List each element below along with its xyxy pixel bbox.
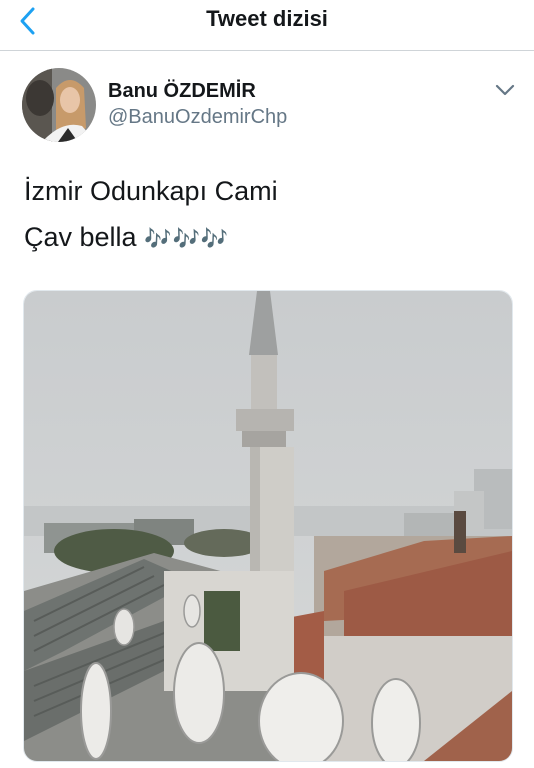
tweet-text-line1: İzmir Odunkapı Cami — [24, 176, 278, 206]
music-notes-emoji: 🎶🎶🎶 — [144, 226, 230, 251]
chevron-down-icon[interactable] — [494, 80, 516, 100]
author-name[interactable]: Banu ÖZDEMİR — [108, 80, 256, 103]
tweet-text-line2-text: Çav bella — [24, 222, 137, 252]
avatar[interactable] — [22, 68, 96, 142]
page-title: Tweet dizisi — [206, 6, 328, 31]
author-handle[interactable]: @BanuOzdemirChp — [108, 106, 287, 129]
tweet-text-line2: Çav bella 🎶🎶🎶 — [24, 222, 229, 253]
tweet-media-video[interactable] — [23, 290, 513, 762]
top-navigation-bar: Tweet dizisi — [0, 0, 534, 51]
minaret-rooftops-image — [24, 291, 512, 761]
